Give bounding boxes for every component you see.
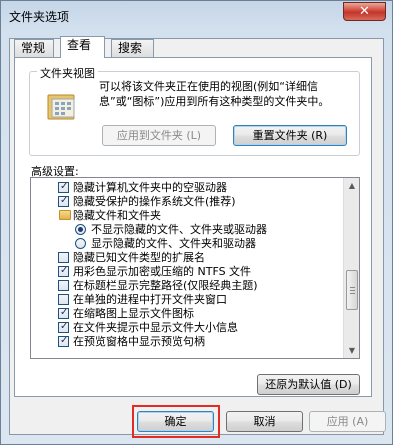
setting-label: 隐藏受保护的操作系统文件(推荐): [73, 195, 236, 208]
setting-label: 用彩色显示加密或压缩的 NTFS 文件: [73, 265, 252, 278]
setting-label: 隐藏文件和文件夹: [73, 209, 161, 222]
close-icon: ✕: [359, 4, 370, 19]
setting-label: 在文件夹提示中显示文件大小信息: [73, 321, 238, 334]
checkbox[interactable]: [58, 334, 69, 348]
folder-options-dialog: 文件夹选项 ✕ 常规 查看 搜索 文件夹视图 可以将该文件夹正在使用的视图(例如…: [0, 0, 393, 445]
radio-button[interactable]: [75, 238, 86, 249]
checkbox[interactable]: [58, 320, 69, 334]
setting-label: 不显示隐藏的文件、文件夹或驱动器: [91, 223, 267, 236]
tab-search[interactable]: 搜索: [111, 39, 154, 58]
cancel-button[interactable]: 取消: [226, 411, 303, 432]
setting-label: 隐藏计算机文件夹中的空驱动器: [73, 181, 227, 194]
setting-label: 在缩略图上显示文件图标: [73, 307, 194, 320]
checkbox[interactable]: [58, 252, 69, 263]
setting-label: 隐藏已知文件类型的扩展名: [73, 251, 205, 264]
radio-button[interactable]: [75, 224, 86, 235]
close-button[interactable]: ✕: [343, 2, 386, 21]
scroll-down-arrow-icon[interactable]: ▼: [345, 343, 359, 358]
apply-button[interactable]: 应用 (A): [309, 411, 386, 432]
checkbox[interactable]: [58, 280, 69, 291]
folder-icon: [59, 210, 71, 220]
reset-folders-button[interactable]: 重置文件夹 (R): [233, 125, 347, 146]
title-bar[interactable]: 文件夹选项 ✕: [1, 1, 392, 31]
advanced-settings-tree[interactable]: 隐藏计算机文件夹中的空驱动器 隐藏受保护的操作系统文件(推荐) 隐藏文件和文件夹…: [30, 177, 360, 359]
setting-label: 在单独的进程中打开文件夹窗口: [73, 293, 227, 306]
folder-views-description: 可以将该文件夹正在使用的视图(例如“详细信息”或“图标”)应用到所有这种类型的文…: [99, 80, 330, 108]
scrollbar-thumb[interactable]: [346, 270, 358, 310]
tab-view[interactable]: 查看: [60, 36, 105, 58]
checkbox[interactable]: [58, 264, 69, 278]
setting-label: 在预览窗格中显示预览句柄: [73, 335, 205, 348]
window-title: 文件夹选项: [9, 10, 70, 24]
checkbox[interactable]: [58, 306, 69, 320]
ok-highlight-box: [132, 405, 220, 438]
folder-view-icon: [45, 91, 79, 123]
checkbox[interactable]: [58, 194, 69, 208]
scroll-up-arrow-icon[interactable]: ▲: [345, 178, 359, 193]
vertical-scrollbar[interactable]: ▲ ▼: [343, 178, 359, 358]
setting-label: 显示隐藏的文件、文件夹和驱动器: [91, 237, 256, 250]
checkbox[interactable]: [58, 180, 69, 194]
setting-label: 在标题栏显示完整路径(仅限经典主题): [73, 279, 258, 292]
tab-general[interactable]: 常规: [14, 39, 54, 58]
checkbox[interactable]: [58, 294, 69, 305]
restore-defaults-button[interactable]: 还原为默认值 (D): [257, 374, 360, 395]
folder-views-label: 文件夹视图: [37, 65, 98, 81]
apply-to-folders-button[interactable]: 应用到文件夹 (L): [102, 125, 216, 146]
